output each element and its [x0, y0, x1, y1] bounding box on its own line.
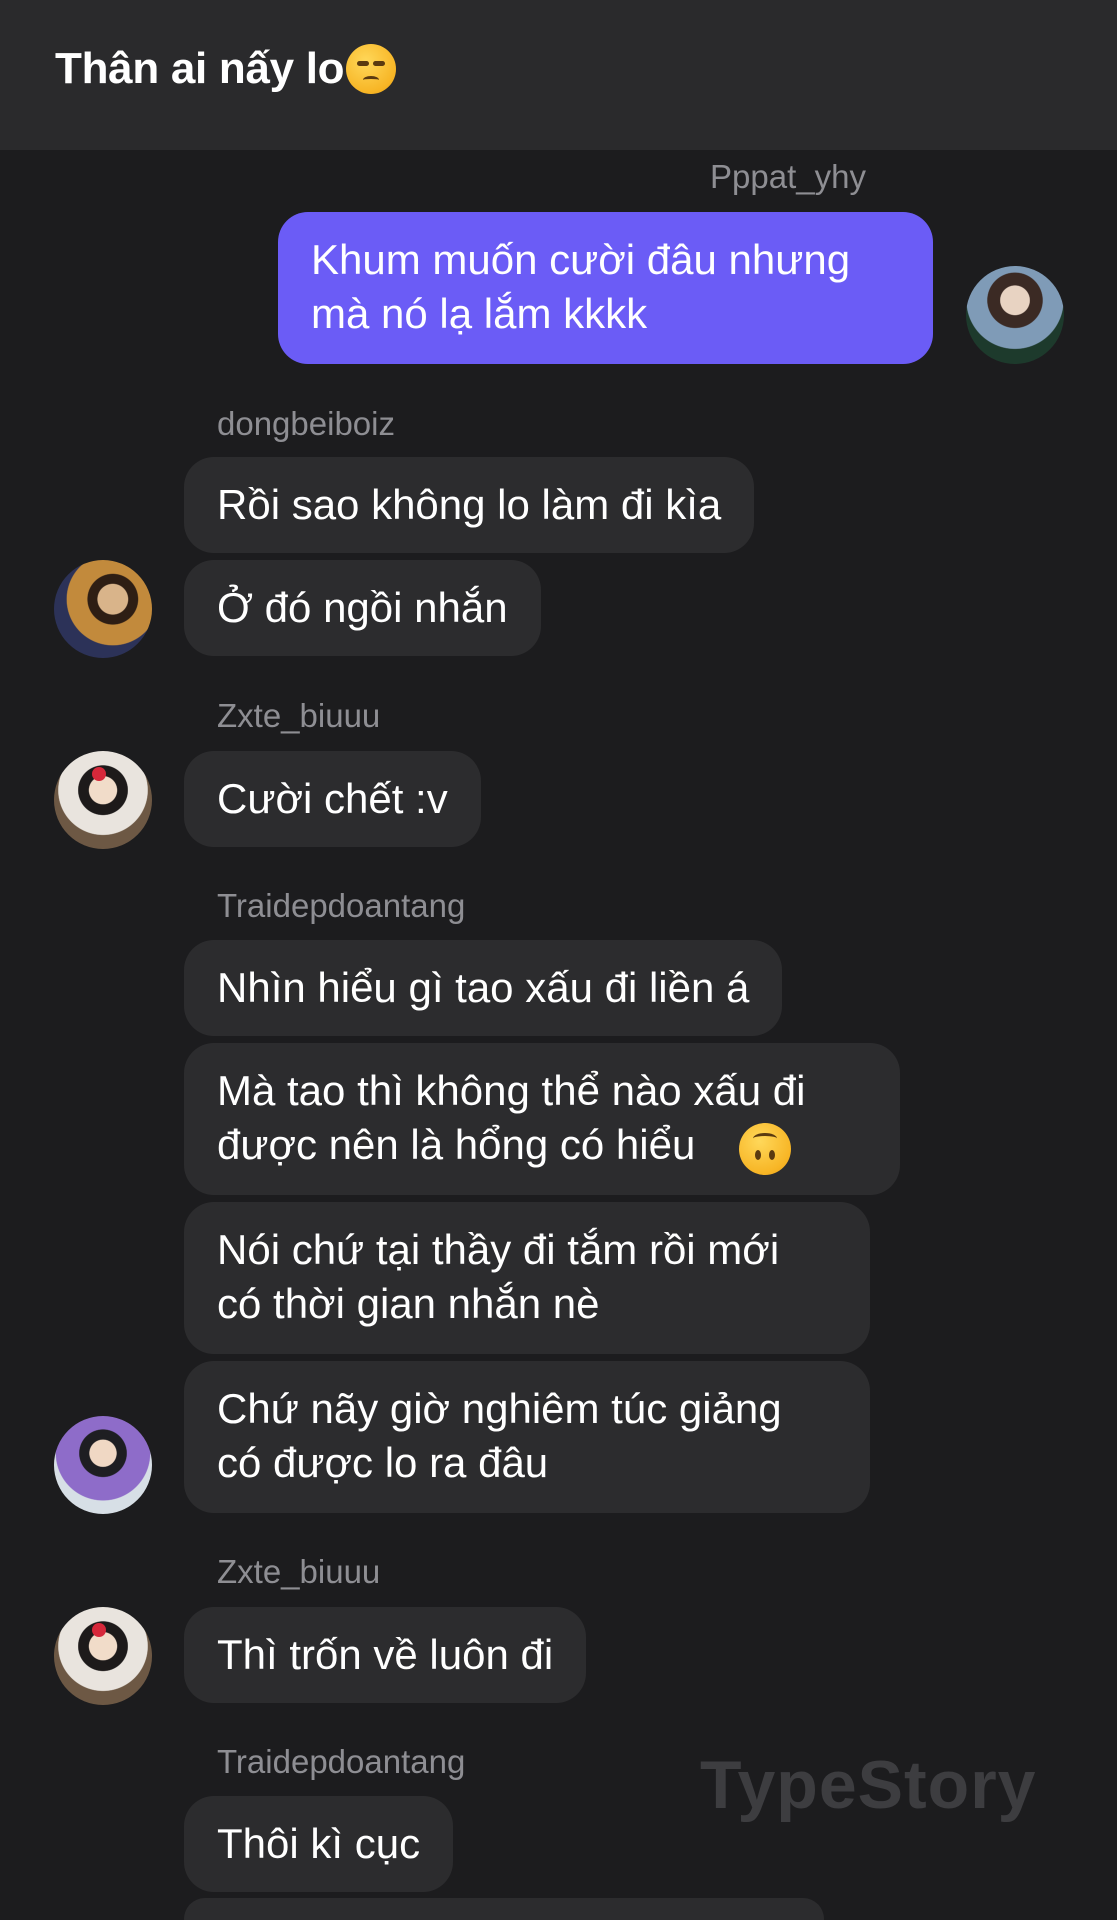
message-text: Ở đó ngồi nhắn	[217, 584, 508, 631]
message-bubble[interactable]: Thì trốn về luôn đi	[184, 1607, 587, 1703]
message-text: Nhìn hiểu gì tao xấu đi liền á	[217, 964, 750, 1011]
upside-down-face-icon	[739, 1123, 791, 1175]
message-text: Nói chứ tại thầy đi tắm rồi mới có thời …	[217, 1226, 780, 1327]
message-bubble[interactable]: Rồi sao không lo làm đi kìa	[184, 457, 755, 553]
sender-name: Zxte_biuuu	[217, 697, 381, 734]
avatar[interactable]	[54, 560, 152, 658]
sender-name: Zxte_biuuu	[217, 1553, 381, 1590]
message-bubble[interactable]: Khum muốn cười đâu nhưng mà nó lạ lắm kk…	[278, 212, 933, 364]
avatar[interactable]	[54, 1607, 152, 1705]
sender-name: Traidepdoantang	[217, 1743, 466, 1780]
watermark: TypeStory	[700, 1747, 1037, 1823]
message-text: Mà tao thì không thể nào xấu đi được nên…	[217, 1067, 806, 1168]
message-text: Rồi sao không lo làm đi kìa	[217, 481, 722, 528]
chat-header: Thân ai nấy lo	[0, 0, 1117, 150]
avatar[interactable]	[54, 751, 152, 849]
unamused-face-icon	[346, 44, 397, 94]
sender-name: Traidepdoantang	[217, 887, 466, 924]
chat-title[interactable]: Thân ai nấy lo	[55, 44, 397, 94]
message-text: Cười chết :v	[217, 775, 448, 822]
message-bubble[interactable]	[184, 1898, 824, 1920]
avatar[interactable]	[54, 1416, 152, 1514]
chat-title-text: Thân ai nấy lo	[55, 44, 345, 93]
message-text: Khum muốn cười đâu nhưng mà nó lạ lắm kk…	[311, 236, 851, 337]
message-bubble[interactable]: Nói chứ tại thầy đi tắm rồi mới có thời …	[184, 1202, 870, 1354]
sender-name: dongbeiboiz	[217, 405, 395, 442]
message-bubble[interactable]: Nhìn hiểu gì tao xấu đi liền á	[184, 940, 783, 1036]
message-bubble[interactable]: Cười chết :v	[184, 751, 481, 847]
message-bubble[interactable]: Thôi kì cục	[184, 1796, 454, 1892]
avatar[interactable]	[966, 266, 1064, 364]
message-bubble[interactable]: Mà tao thì không thể nào xấu đi được nên…	[184, 1043, 900, 1195]
sender-name: Pppat_yhy	[710, 158, 866, 195]
message-bubble[interactable]: Chứ nãy giờ nghiêm túc giảng có được lo …	[184, 1361, 870, 1513]
message-text: Chứ nãy giờ nghiêm túc giảng có được lo …	[217, 1385, 782, 1486]
message-text: Thôi kì cục	[217, 1820, 421, 1867]
message-bubble[interactable]: Ở đó ngồi nhắn	[184, 560, 541, 656]
message-text: Thì trốn về luôn đi	[217, 1631, 554, 1678]
